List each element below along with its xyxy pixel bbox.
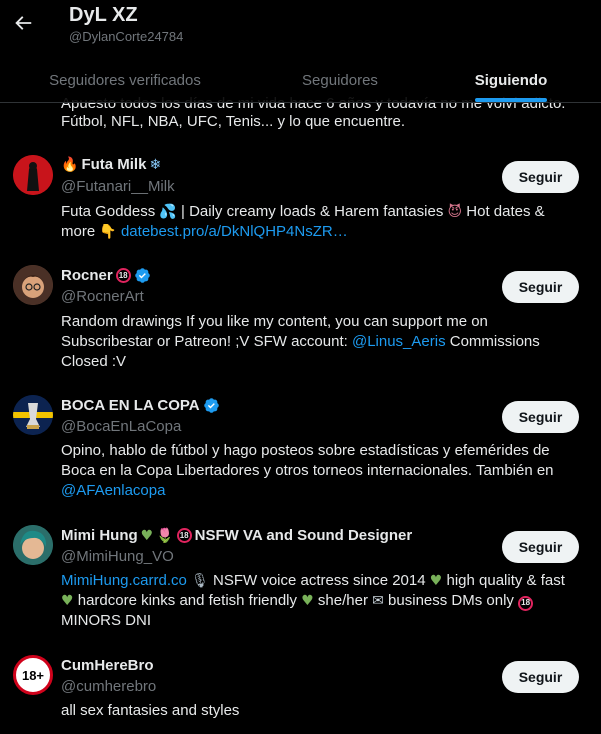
follow-button[interactable]: Seguir	[502, 161, 579, 193]
sweat-droplets-icon: 💦	[159, 204, 177, 220]
active-tab-indicator	[475, 98, 547, 102]
page-header: DyL XZ @DylanCorte24784 Seguidores verif…	[0, 0, 601, 103]
tab-following[interactable]: Siguiendo	[430, 58, 592, 102]
avatar[interactable]	[13, 525, 53, 565]
bio-link[interactable]: datebest.pro/a/DkNlQHP4NsZR…	[121, 223, 348, 240]
user-handle[interactable]: @RocnerArt	[61, 288, 144, 305]
envelope-icon: ✉	[372, 593, 384, 609]
no-under-18-icon: 18	[115, 268, 131, 283]
user-handle[interactable]: @MimiHung_VO	[61, 548, 174, 565]
microphone-icon: 🎙	[191, 573, 209, 589]
follow-button[interactable]: Seguir	[502, 401, 579, 433]
devil-face-icon: 😈	[447, 204, 463, 220]
bio-mention-link[interactable]: @Linus_Aeris	[352, 333, 446, 350]
user-bio: Futa Goddess 💦 | Daily creamy loads & Ha…	[61, 203, 545, 240]
back-arrow-icon[interactable]	[12, 12, 34, 34]
follow-button[interactable]: Seguir	[502, 661, 579, 693]
bio-link[interactable]: MimiHung.carrd.co	[61, 572, 187, 589]
avatar[interactable]	[13, 265, 53, 305]
green-heart-icon: ♥	[301, 593, 314, 609]
user-handle[interactable]: @Futanari__Milk	[61, 178, 175, 195]
follow-button[interactable]: Seguir	[502, 271, 579, 303]
avatar[interactable]	[13, 395, 53, 435]
user-cell-futa-milk[interactable]: 🔥 Futa Milk ❄ @Futanari__Milk Seguir Fut…	[0, 150, 601, 250]
user-bio: Opino, hablo de fútbol y hago posteos so…	[61, 442, 554, 499]
tulip-icon: 🌷	[156, 527, 174, 544]
previous-user-bio-line: Fútbol, NFL, NBA, UFC, Tenis... y lo que…	[61, 113, 406, 130]
user-bio: MimiHung.carrd.co 🎙 NSFW voice actress s…	[61, 572, 565, 629]
user-name[interactable]: Rocner 18	[61, 267, 151, 284]
verified-badge-icon	[203, 398, 219, 413]
tab-bar: Seguidores verificados Seguidores Siguie…	[0, 58, 601, 102]
green-heart-icon: ♥	[61, 593, 74, 609]
avatar-18-plus-text: 18+	[21, 667, 45, 683]
user-name[interactable]: 🔥 Futa Milk ❄	[61, 156, 161, 173]
follow-button[interactable]: Seguir	[502, 531, 579, 563]
avatar[interactable]: 18+	[13, 655, 53, 695]
user-handle[interactable]: @BocaEnLaCopa	[61, 418, 181, 435]
profile-handle: @DylanCorte24784	[69, 29, 184, 44]
green-heart-icon: ♥	[140, 527, 154, 544]
no-under-18-icon: 18	[176, 528, 192, 543]
fire-icon: 🔥	[61, 156, 79, 173]
user-name[interactable]: CumHereBro	[61, 657, 154, 674]
user-bio: Random drawings If you like my content, …	[61, 313, 540, 370]
green-heart-icon: ♥	[429, 573, 443, 589]
profile-name: DyL XZ	[69, 4, 138, 26]
user-bio: all sex fantasies and styles	[61, 702, 240, 719]
user-cell-cumherebro[interactable]: 18+ CumHereBro @cumherebro Seguir all se…	[0, 650, 601, 734]
user-cell-rocner[interactable]: Rocner 18 @RocnerArt Seguir Random drawi…	[0, 260, 601, 380]
user-cell-boca-en-la-copa[interactable]: BOCA EN LA COPA @BocaEnLaCopa Seguir Opi…	[0, 390, 601, 510]
no-under-18-icon: 18	[518, 595, 534, 611]
snowflake-icon: ❄	[149, 156, 162, 173]
verified-badge-icon	[134, 268, 150, 283]
user-handle[interactable]: @cumherebro	[61, 678, 156, 695]
user-name[interactable]: Mimi Hung ♥ 🌷 18 NSFW VA and Sound Desig…	[61, 527, 412, 544]
tab-followers[interactable]: Seguidores	[250, 58, 430, 102]
user-cell-mimi-hung[interactable]: Mimi Hung ♥ 🌷 18 NSFW VA and Sound Desig…	[0, 520, 601, 640]
pointing-down-icon: 👇	[99, 224, 117, 240]
bio-mention-link[interactable]: @AFAenlacopa	[61, 482, 165, 499]
tab-verified-followers[interactable]: Seguidores verificados	[0, 58, 250, 102]
avatar[interactable]	[13, 155, 53, 195]
user-name[interactable]: BOCA EN LA COPA	[61, 397, 220, 414]
